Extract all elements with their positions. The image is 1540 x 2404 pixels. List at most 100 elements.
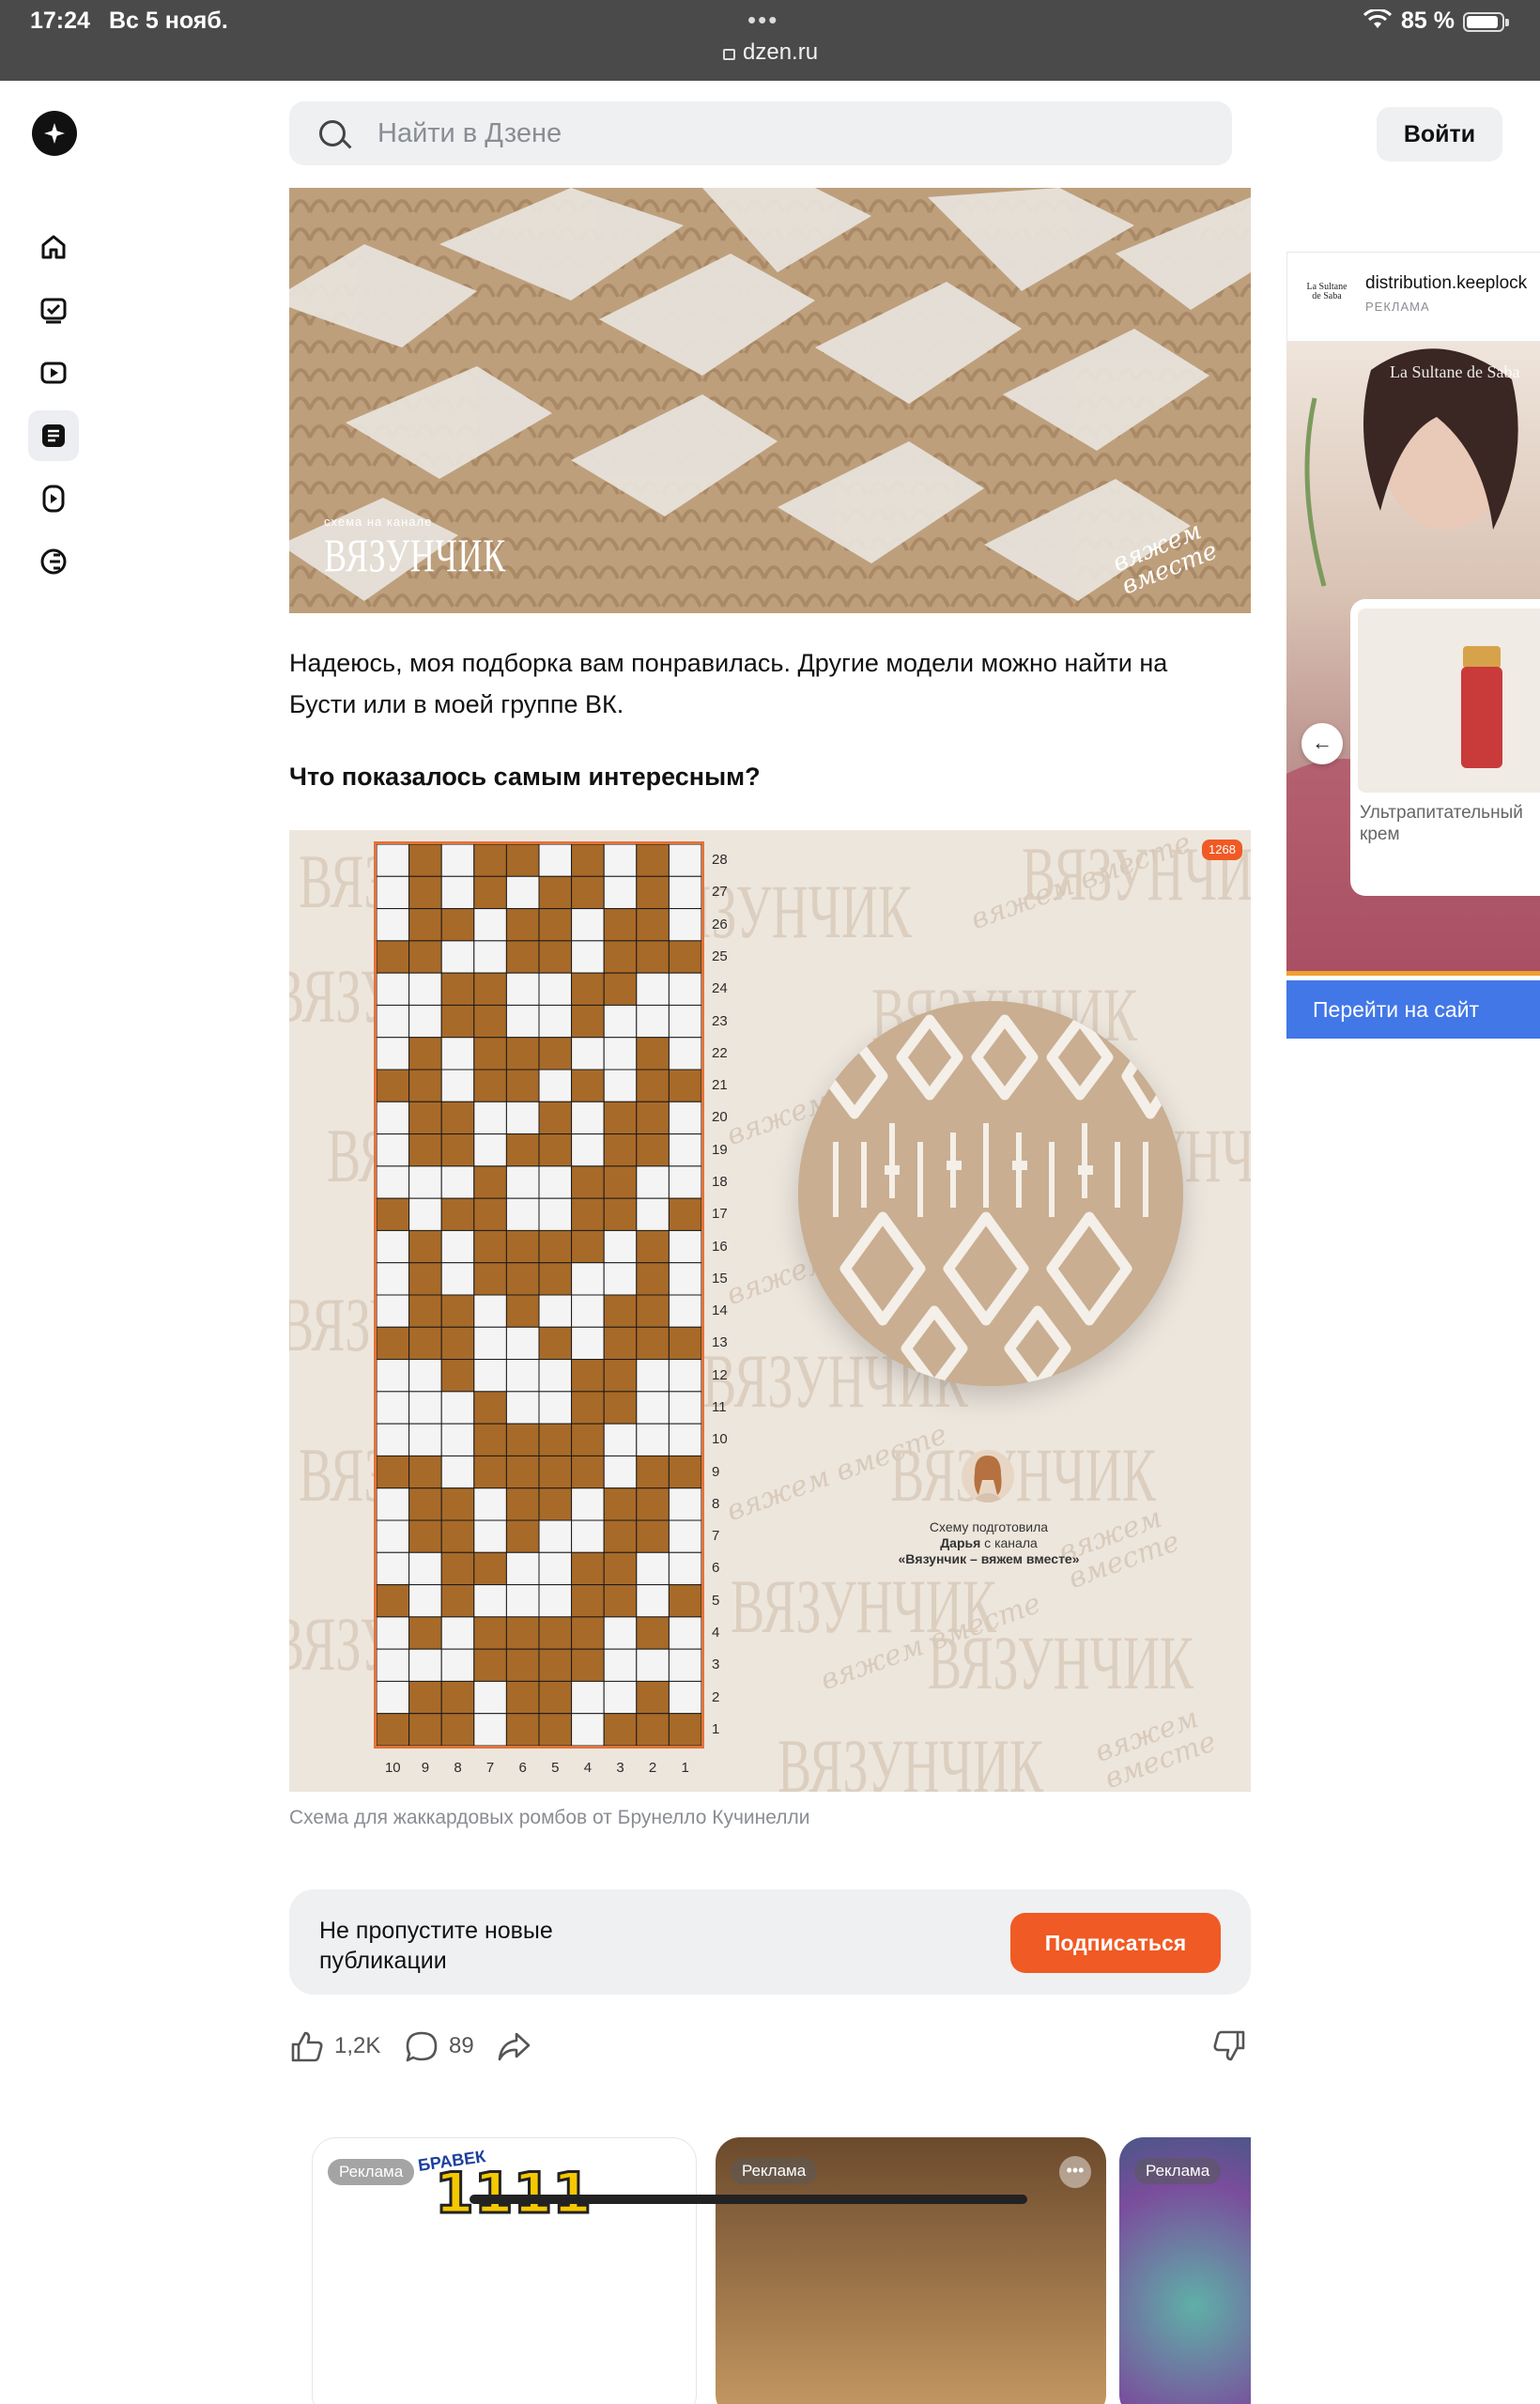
chart-cell (440, 1004, 475, 1039)
chart-cell (377, 1487, 410, 1521)
chart-cell (377, 1584, 410, 1618)
ad-card[interactable]: Реклама (1119, 2137, 1251, 2404)
chart-cell (505, 1229, 540, 1264)
address-bar[interactable]: dzen.ru (723, 39, 818, 66)
chart-cell (505, 1616, 540, 1650)
chart-cell (408, 1423, 442, 1456)
chart-cell (440, 1584, 475, 1618)
chart-cell (473, 1069, 507, 1102)
chart-cell (636, 1713, 670, 1746)
chart-cell (668, 844, 701, 877)
chart-cell (571, 1326, 605, 1361)
login-button[interactable]: Войти (1377, 107, 1502, 162)
share-button[interactable] (496, 2028, 541, 2064)
column-number: 7 (485, 1760, 495, 1776)
chart-cell (473, 1616, 507, 1650)
chart-cell (571, 1584, 605, 1618)
author-avatar (962, 1450, 1014, 1502)
chart-cell (603, 1359, 638, 1393)
credit-name: Дарья (940, 1535, 981, 1550)
chart-cell (505, 1101, 540, 1135)
chart-cell (571, 1262, 605, 1296)
credit-channel: «Вязунчик – вяжем вместе» (898, 1551, 1080, 1566)
chart-cell (505, 1294, 540, 1328)
chart-cell (408, 1584, 442, 1618)
like-count: 1,2K (334, 2033, 381, 2058)
chart-cell (668, 1326, 701, 1361)
chart-cell (571, 1359, 605, 1393)
chart-cell (538, 844, 573, 877)
nav-home[interactable] (28, 222, 79, 272)
arrow-left-icon[interactable]: ← (1301, 723, 1343, 764)
chart-cell (538, 1197, 573, 1231)
chart-cell (440, 1487, 475, 1521)
row-number: 21 (712, 1077, 728, 1094)
chart-cell (377, 844, 410, 877)
dzen-logo-icon[interactable] (32, 111, 77, 156)
home-icon (41, 235, 66, 259)
chart-cell (505, 1584, 540, 1618)
chart-cell (538, 1133, 573, 1167)
ad-card[interactable]: Реклама БРАВЕК 1111 ••• (312, 2137, 697, 2404)
chart-cell (571, 1680, 605, 1715)
chart-cell (538, 1004, 573, 1039)
chart-cell (668, 1133, 701, 1167)
nav-subscriptions[interactable] (28, 285, 79, 335)
chart-cell (408, 1455, 442, 1489)
dislike-button[interactable] (1211, 2028, 1256, 2064)
chart-cell (440, 1519, 475, 1553)
chart-cell (668, 972, 701, 1006)
chart-cell (571, 940, 605, 974)
knit-photo: схема на канале ВЯЗУНЧИК вяжем вместе (289, 188, 1251, 613)
ad-header[interactable]: La Sultane de Saba distribution.keeplock… (1286, 252, 1540, 342)
row-number: 11 (712, 1399, 727, 1415)
chart-cell (408, 1229, 442, 1264)
chart-cell (668, 1391, 701, 1425)
chart-cell (473, 1680, 507, 1715)
chart-cell (408, 1133, 442, 1167)
chart-cell (440, 1423, 475, 1456)
nav-media[interactable] (28, 536, 79, 587)
chart-cell (636, 1004, 670, 1039)
chart-cells (377, 844, 701, 1746)
chart-cell (377, 1648, 410, 1682)
chart-cell (408, 1487, 442, 1521)
chart-cell (408, 875, 442, 910)
more-icon[interactable]: ••• (1059, 2156, 1091, 2188)
tab-menu-icon[interactable]: ••• (747, 6, 778, 35)
chart-cell (603, 1165, 638, 1199)
subscribe-button[interactable]: Подписаться (1010, 1913, 1221, 1973)
row-number: 1 (712, 1720, 720, 1737)
chart-cell (440, 972, 475, 1006)
chart-cell (636, 1359, 670, 1393)
chart-cell (473, 1648, 507, 1682)
product-card[interactable]: Ультрапитательный крем (1350, 599, 1540, 896)
search-input[interactable] (377, 115, 1185, 152)
chart-cell (473, 1004, 507, 1039)
chart-cell (505, 1037, 540, 1071)
chart-cell (473, 1294, 507, 1328)
chart-cell (603, 875, 638, 910)
ad-image[interactable]: La Sultane de Saba Ультрапитательный кре… (1286, 342, 1540, 976)
row-number: 6 (712, 1560, 720, 1577)
chart-cell (377, 1455, 410, 1489)
search-bar[interactable] (289, 101, 1232, 165)
nav-video[interactable] (28, 347, 79, 398)
chart-cell (636, 1616, 670, 1650)
chart-cell (636, 1551, 670, 1586)
chart-cell (603, 1197, 638, 1231)
nav-articles[interactable] (28, 410, 79, 461)
more-icon[interactable]: ••• (649, 2157, 681, 2189)
visit-site-button[interactable]: Перейти на сайт (1286, 980, 1540, 1039)
nav-shorts[interactable] (28, 473, 79, 524)
chart-cell (538, 1359, 573, 1393)
chart-cell (571, 1197, 605, 1231)
chart-cell (377, 1037, 410, 1071)
ad-brand: La Sultane de Saba (1390, 362, 1520, 381)
chart-cell (571, 1551, 605, 1586)
like-button[interactable]: 1,2K (289, 2028, 380, 2064)
comments-button[interactable]: 89 (404, 2028, 474, 2064)
chart-cell (440, 844, 475, 877)
chart-cell (473, 1487, 507, 1521)
ad-card[interactable]: Реклама ••• (716, 2137, 1106, 2404)
